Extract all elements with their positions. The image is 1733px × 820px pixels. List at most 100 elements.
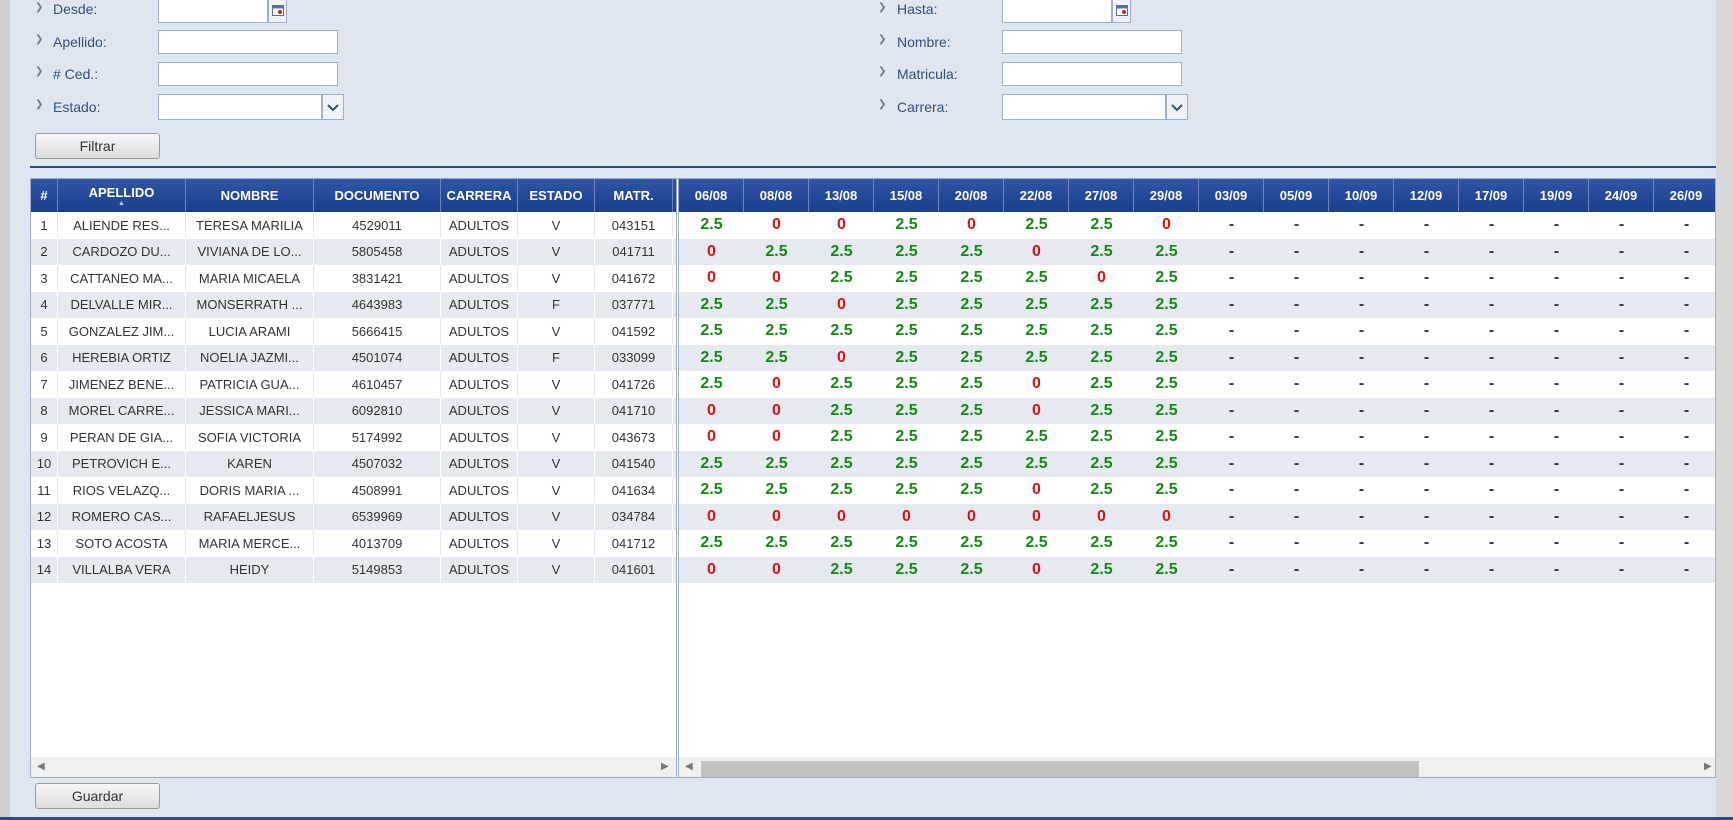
table-row[interactable]: 2.5 0 2.5 2.5 2.5 0 2.5 2.5- - - - - - - - xyxy=(679,371,1715,397)
grade-cell[interactable]: 2.5 xyxy=(679,292,744,318)
grade-cell[interactable]: - xyxy=(1264,424,1329,450)
grade-cell[interactable]: 0 xyxy=(744,504,809,530)
grade-cell[interactable]: 0 xyxy=(1069,265,1134,291)
grade-cell[interactable]: - xyxy=(1329,398,1394,424)
grade-cell[interactable]: 2.5 xyxy=(1069,239,1134,265)
grade-cell[interactable]: 2.5 xyxy=(679,451,744,477)
grade-cell[interactable]: 2.5 xyxy=(744,239,809,265)
grade-cell[interactable]: 0 xyxy=(1004,557,1069,583)
grade-cell[interactable]: 0 xyxy=(1004,239,1069,265)
grade-cell[interactable]: 2.5 xyxy=(874,530,939,556)
grade-cell[interactable]: - xyxy=(1264,292,1329,318)
col-header-date[interactable]: 05/09 xyxy=(1264,179,1329,212)
left-hscrollbar[interactable]: ◀ ▶ xyxy=(31,757,676,777)
grade-cell[interactable]: 0 xyxy=(679,398,744,424)
grade-cell[interactable]: - xyxy=(1524,530,1589,556)
grade-cell[interactable]: 2.5 xyxy=(1134,398,1199,424)
grade-cell[interactable]: - xyxy=(1459,504,1524,530)
grade-cell[interactable]: 2.5 xyxy=(939,265,1004,291)
table-row[interactable]: 0 2.5 2.5 2.5 2.5 0 2.5 2.5- - - - - - - - xyxy=(679,238,1715,265)
table-row[interactable]: 2.5 2.5 2.5 2.5 2.5 2.5 2.5 2.5- - - - - - - - xyxy=(679,530,1715,556)
col-header-date[interactable]: 17/09 xyxy=(1459,179,1524,212)
grade-cell[interactable]: 2.5 xyxy=(939,424,1004,450)
grade-cell[interactable]: 0 xyxy=(1004,398,1069,424)
grade-cell[interactable]: 2.5 xyxy=(939,557,1004,583)
col-header-date[interactable]: 03/09 xyxy=(1199,179,1264,212)
grade-cell[interactable]: - xyxy=(1589,318,1654,344)
grade-cell[interactable]: 2.5 xyxy=(939,451,1004,477)
grade-cell[interactable]: 2.5 xyxy=(874,371,939,397)
grade-cell[interactable]: - xyxy=(1459,451,1524,477)
table-row[interactable]: 13 SOTO ACOSTA MARIA MERCE... 4013709 ADULTO… xyxy=(31,530,676,556)
grade-cell[interactable]: 0 xyxy=(679,265,744,291)
grade-cell[interactable]: 2.5 xyxy=(809,265,874,291)
scrollbar-thumb[interactable] xyxy=(701,761,1419,777)
grade-cell[interactable]: 2.5 xyxy=(744,345,809,371)
scroll-left-icon[interactable]: ◀ xyxy=(685,761,693,772)
grade-cell[interactable]: 2.5 xyxy=(1134,557,1199,583)
grade-cell[interactable]: 0 xyxy=(679,504,744,530)
save-button[interactable]: Guardar xyxy=(35,783,160,809)
grade-cell[interactable]: - xyxy=(1459,371,1524,397)
grade-cell[interactable]: 2.5 xyxy=(1134,345,1199,371)
grade-cell[interactable]: - xyxy=(1524,477,1589,503)
table-row[interactable]: 1 ALIENDE RES... TERESA MARILIA 4529011 ADUL… xyxy=(31,212,676,238)
grade-cell[interactable]: - xyxy=(1459,318,1524,344)
grade-cell[interactable]: - xyxy=(1264,345,1329,371)
grade-cell[interactable]: - xyxy=(1199,398,1264,424)
grade-cell[interactable]: - xyxy=(1199,265,1264,291)
grade-cell[interactable]: - xyxy=(1589,292,1654,318)
grade-cell[interactable]: 2.5 xyxy=(1069,557,1134,583)
table-row[interactable]: 2.5 2.5 2.5 2.5 2.5 2.5 2.5 2.5- - - - - - - - xyxy=(679,450,1715,477)
grade-cell[interactable]: 2.5 xyxy=(874,239,939,265)
grade-cell[interactable]: 2.5 xyxy=(939,292,1004,318)
grade-cell[interactable]: 0 xyxy=(744,265,809,291)
grade-cell[interactable]: - xyxy=(1524,345,1589,371)
scroll-left-icon[interactable]: ◀ xyxy=(37,761,45,772)
grade-cell[interactable]: 2.5 xyxy=(1004,318,1069,344)
grade-cell[interactable]: 2.5 xyxy=(679,477,744,503)
desde-calendar-icon[interactable] xyxy=(268,0,287,23)
grade-cell[interactable]: - xyxy=(1654,477,1715,503)
table-row[interactable]: 2.5 2.5 0 2.5 2.5 2.5 2.5 2.5- - - - - - - - xyxy=(679,344,1715,371)
grade-cell[interactable]: - xyxy=(1264,398,1329,424)
grade-cell[interactable]: 2.5 xyxy=(1134,239,1199,265)
grade-cell[interactable]: - xyxy=(1459,398,1524,424)
grade-cell[interactable]: - xyxy=(1589,212,1654,238)
grade-cell[interactable]: - xyxy=(1329,504,1394,530)
grade-cell[interactable]: - xyxy=(1199,318,1264,344)
grade-cell[interactable]: - xyxy=(1264,318,1329,344)
grade-cell[interactable]: - xyxy=(1524,265,1589,291)
grade-cell[interactable]: - xyxy=(1589,398,1654,424)
col-header-carrera[interactable]: CARRERA xyxy=(441,179,518,212)
table-row[interactable]: 10 PETROVICH E... KAREN 4507032 ADULTOS V 0415… xyxy=(31,450,676,477)
grade-cell[interactable]: 2.5 xyxy=(1069,345,1134,371)
grade-cell[interactable]: - xyxy=(1264,212,1329,238)
grade-cell[interactable]: 2.5 xyxy=(809,530,874,556)
grade-cell[interactable]: - xyxy=(1654,504,1715,530)
col-header-date[interactable]: 27/08 xyxy=(1069,179,1134,212)
table-row[interactable]: 5 GONZALEZ JIM... LUCIA ARAMI 5666415 ADULTO… xyxy=(31,318,676,344)
grade-cell[interactable]: - xyxy=(1459,212,1524,238)
grade-cell[interactable]: 2.5 xyxy=(809,557,874,583)
grade-cell[interactable]: - xyxy=(1199,451,1264,477)
matricula-input[interactable] xyxy=(1002,62,1182,86)
grade-cell[interactable]: - xyxy=(1199,477,1264,503)
grade-cell[interactable]: - xyxy=(1394,318,1459,344)
grade-cell[interactable]: 2.5 xyxy=(1004,292,1069,318)
grade-cell[interactable]: 2.5 xyxy=(1134,318,1199,344)
grade-cell[interactable]: 2.5 xyxy=(874,424,939,450)
grade-cell[interactable]: 2.5 xyxy=(1069,424,1134,450)
table-row[interactable]: 11 RIOS VELAZQ... DORIS MARIA ... 4508991 AD… xyxy=(31,477,676,503)
grade-cell[interactable]: - xyxy=(1329,477,1394,503)
table-row[interactable]: 8 MOREL CARRE... JESSICA MARI... 6092810 ADU… xyxy=(31,397,676,424)
grade-cell[interactable]: - xyxy=(1394,557,1459,583)
grade-cell[interactable]: 2.5 xyxy=(874,292,939,318)
grade-cell[interactable]: - xyxy=(1654,212,1715,238)
grade-cell[interactable]: 2.5 xyxy=(809,239,874,265)
hasta-calendar-icon[interactable] xyxy=(1112,0,1131,23)
grade-cell[interactable]: - xyxy=(1654,424,1715,450)
col-header-date[interactable]: 29/08 xyxy=(1134,179,1199,212)
grade-cell[interactable]: - xyxy=(1264,265,1329,291)
hasta-input[interactable] xyxy=(1002,0,1112,23)
